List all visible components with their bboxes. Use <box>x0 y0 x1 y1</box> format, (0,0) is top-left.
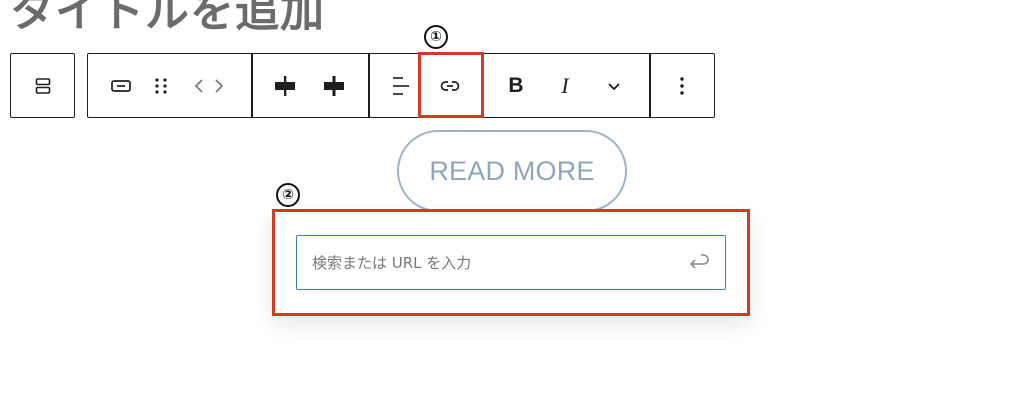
enter-arrow-icon <box>689 253 709 269</box>
link-button[interactable] <box>436 72 464 100</box>
callout-number-2: ② <box>276 183 300 207</box>
drag-handle-icon[interactable] <box>147 72 175 100</box>
block-switcher-group <box>10 53 75 118</box>
align-left-icon[interactable] <box>387 72 415 100</box>
block-toolbar: B I <box>87 53 715 118</box>
italic-icon: I <box>561 72 569 98</box>
callout-number-1: ① <box>424 25 448 49</box>
italic-button[interactable]: I <box>551 72 579 100</box>
submit-link-button[interactable] <box>683 248 713 278</box>
more-vertical-icon <box>680 76 684 95</box>
button-block-icon[interactable] <box>107 72 135 100</box>
more-rich-text-button[interactable] <box>600 72 628 100</box>
bold-button[interactable]: B <box>502 72 530 100</box>
options-button[interactable] <box>668 72 696 100</box>
read-more-button[interactable]: READ MORE <box>397 130 627 212</box>
chevron-left-right-icon[interactable] <box>189 72 229 100</box>
bold-icon: B <box>508 73 524 97</box>
toolbar-divider <box>368 54 370 117</box>
page-title[interactable]: タイトルを追加 <box>10 0 325 40</box>
justify-center-icon[interactable] <box>271 72 299 100</box>
buttons-block-icon[interactable] <box>29 72 57 100</box>
toolbar-divider <box>649 54 651 117</box>
link-icon <box>438 74 462 98</box>
toolbar-divider <box>251 54 253 117</box>
chevron-down-icon <box>608 82 620 90</box>
justify-space-between-icon[interactable] <box>320 72 348 100</box>
url-search-input[interactable] <box>297 236 667 289</box>
url-input-container <box>296 235 726 290</box>
